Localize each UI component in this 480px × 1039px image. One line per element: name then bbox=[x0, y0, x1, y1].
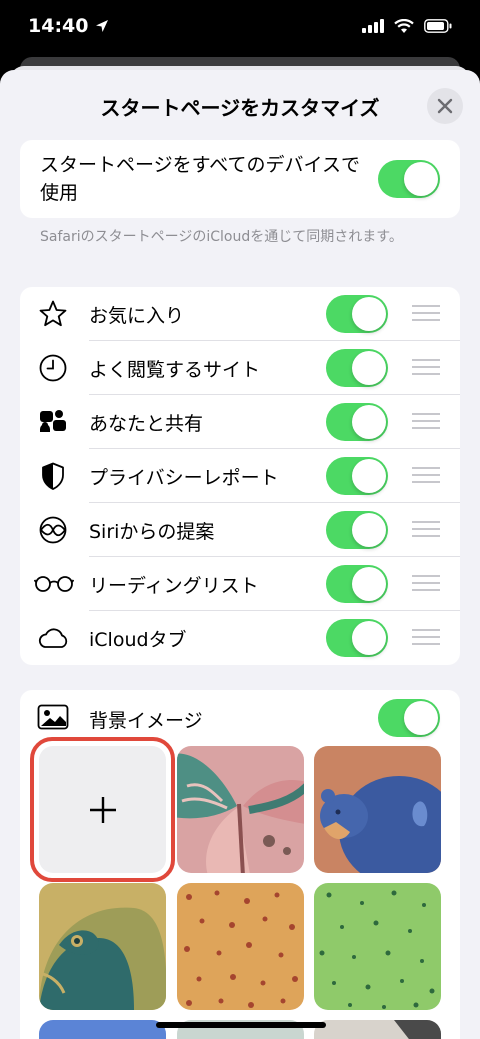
toggle-knob bbox=[404, 701, 438, 735]
reorder-handle-icon[interactable] bbox=[412, 629, 440, 647]
status-time: 14:40 bbox=[28, 15, 89, 37]
home-indicator bbox=[156, 1022, 326, 1028]
section-row-reading-list[interactable]: リーディングリスト bbox=[20, 557, 460, 611]
background-image-blue-partial[interactable] bbox=[39, 1020, 166, 1039]
sheet-title: スタートページをカスタマイズ bbox=[100, 96, 380, 120]
reorder-handle-icon[interactable] bbox=[412, 305, 440, 323]
section-label: よく閲覧するサイト bbox=[89, 359, 261, 381]
plus-icon bbox=[89, 796, 116, 823]
toggle-knob bbox=[352, 405, 386, 439]
background-image-label: 背景イメージ bbox=[89, 710, 203, 732]
sync-footnote: SafariのスタートページのiCloudを通じて同期されます。 bbox=[40, 229, 403, 245]
wifi-icon bbox=[394, 18, 414, 33]
section-row-privacy-report[interactable]: プライバシーレポート bbox=[20, 449, 460, 503]
status-right bbox=[362, 18, 452, 34]
toggle-knob bbox=[352, 351, 386, 385]
section-row-favorites[interactable]: お気に入り bbox=[20, 287, 460, 341]
sections-card: お気に入り よく閲覧するサイト あなたと共有 プライバシーレポート Siriから… bbox=[20, 287, 460, 665]
section-label: あなたと共有 bbox=[89, 413, 204, 435]
shield-icon bbox=[37, 461, 69, 491]
section-toggle[interactable] bbox=[326, 619, 388, 657]
shared-with-you-icon bbox=[37, 407, 69, 437]
cloud-icon bbox=[35, 623, 71, 653]
toggle-knob bbox=[404, 162, 438, 196]
toggle-knob bbox=[352, 297, 386, 331]
section-label: Siriからの提案 bbox=[89, 521, 215, 543]
background-image-orange-pattern[interactable] bbox=[177, 883, 304, 1010]
section-row-shared-with-you[interactable]: あなたと共有 bbox=[20, 395, 460, 449]
background-image-bear[interactable] bbox=[314, 746, 441, 873]
background-image-butterfly[interactable] bbox=[177, 746, 304, 873]
reorder-handle-icon[interactable] bbox=[412, 521, 440, 539]
section-toggle[interactable] bbox=[326, 349, 388, 387]
toggle-knob bbox=[352, 621, 386, 655]
battery-icon bbox=[424, 19, 452, 33]
section-toggle[interactable] bbox=[326, 403, 388, 441]
reorder-handle-icon[interactable] bbox=[412, 359, 440, 377]
section-toggle[interactable] bbox=[326, 457, 388, 495]
section-row-frequently-visited[interactable]: よく閲覧するサイト bbox=[20, 341, 460, 395]
section-row-siri-suggestions[interactable]: Siriからの提案 bbox=[20, 503, 460, 557]
section-toggle[interactable] bbox=[326, 295, 388, 333]
sync-card: スタートページをすべてのデバイスで使用 bbox=[20, 140, 460, 218]
background-image-card: 背景イメージ bbox=[20, 690, 460, 1039]
clock-icon bbox=[37, 353, 69, 383]
section-toggle[interactable] bbox=[326, 511, 388, 549]
close-button[interactable] bbox=[427, 88, 463, 124]
reorder-handle-icon[interactable] bbox=[412, 467, 440, 485]
photo-icon bbox=[37, 704, 69, 734]
sync-toggle[interactable] bbox=[378, 160, 440, 198]
close-icon bbox=[437, 98, 453, 114]
reorder-handle-icon[interactable] bbox=[412, 575, 440, 593]
section-label: お気に入り bbox=[89, 305, 185, 327]
section-label: プライバシーレポート bbox=[89, 467, 279, 489]
section-row-icloud-tabs[interactable]: iCloudタブ bbox=[20, 611, 460, 665]
customize-sheet: スタートページをカスタマイズ スタートページをすべてのデバイスで使用 Safar… bbox=[0, 70, 480, 1039]
siri-icon bbox=[37, 515, 69, 545]
toggle-knob bbox=[352, 459, 386, 493]
background-image-parrot[interactable] bbox=[39, 883, 166, 1010]
section-label: iCloudタブ bbox=[89, 629, 187, 651]
toggle-knob bbox=[352, 567, 386, 601]
background-image-gray-partial[interactable] bbox=[314, 1020, 441, 1039]
status-bar: 14:40 bbox=[0, 0, 480, 58]
cellular-signal-icon bbox=[362, 19, 384, 33]
star-icon bbox=[37, 299, 69, 329]
background-image-toggle[interactable] bbox=[378, 699, 440, 737]
glasses-icon bbox=[33, 569, 75, 599]
status-left: 14:40 bbox=[28, 15, 110, 37]
location-arrow-icon bbox=[96, 20, 109, 32]
section-label: リーディングリスト bbox=[89, 575, 259, 597]
toggle-knob bbox=[352, 513, 386, 547]
sync-label: スタートページをすべてのデバイスで使用 bbox=[40, 154, 360, 204]
add-background-image-button[interactable] bbox=[39, 746, 166, 873]
section-toggle[interactable] bbox=[326, 565, 388, 603]
reorder-handle-icon[interactable] bbox=[412, 413, 440, 431]
background-image-green-pattern[interactable] bbox=[314, 883, 441, 1010]
